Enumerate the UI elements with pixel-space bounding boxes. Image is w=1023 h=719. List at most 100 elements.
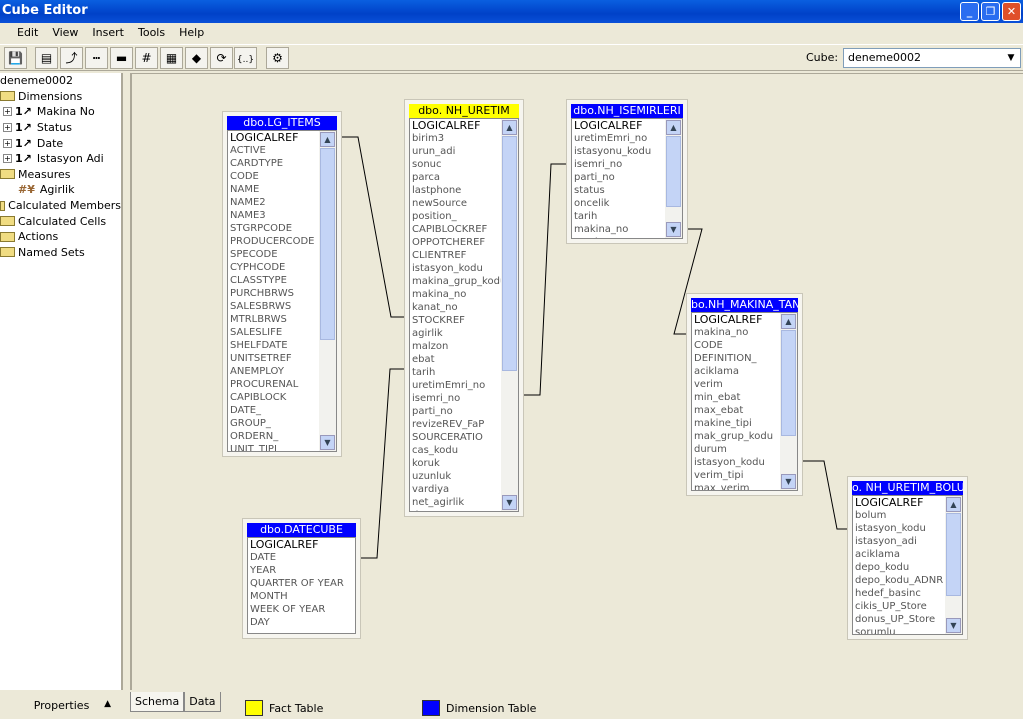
tab-schema[interactable]: Schema [130,692,185,712]
column-item[interactable]: kanat_no [410,301,501,314]
column-item[interactable]: istasyon_kodu [410,262,501,275]
table-lg-items[interactable]: dbo.LG_ITEMS LOGICALREF ACTIVE CARDTYPE CODE… [222,111,342,457]
menu-view[interactable]: View [45,23,85,43]
table-header[interactable]: o. NH_URETIM_BOLUM [852,481,963,495]
column-item[interactable]: STOCKREF [410,314,501,327]
column-item[interactable]: date [410,509,501,511]
column-item[interactable]: sonuc [410,158,501,171]
measure-button[interactable]: # [135,47,158,69]
table-header[interactable]: dbo.LG_ITEMS [227,116,337,130]
expand-icon[interactable]: + [3,154,12,164]
table-header[interactable]: dbo.DATECUBE [247,523,356,537]
column-item[interactable]: ACTIVE [228,144,319,157]
column-item[interactable]: depo_kodu_ADNR [853,574,945,587]
column-item[interactable]: isemri_no [572,158,665,171]
column-item[interactable]: birim3 [410,132,501,145]
scrollbar[interactable]: ▲ ▼ [780,313,797,490]
column-item[interactable]: mak_grup_kodu [692,430,780,443]
column-item[interactable]: uretimEmri_no [572,132,665,145]
column-item[interactable]: MTRLBRWS [228,313,319,326]
column-item[interactable]: malzon [410,340,501,353]
column-item[interactable]: PRODUCERCODE [228,235,319,248]
scroll-thumb[interactable] [946,513,961,596]
tree-dimension[interactable]: +1↗ Istasyon Adi [0,151,121,167]
column-item[interactable]: NAME [228,183,319,196]
column-item[interactable]: LOGICALREF [228,131,319,144]
scrollbar[interactable]: ▲ ▼ [945,496,962,634]
scroll-up-icon[interactable]: ▲ [320,132,335,147]
column-item[interactable]: CLIENTREF [410,249,501,262]
column-item[interactable]: OPPOTCHEREF [410,236,501,249]
column-item[interactable]: depo_kodu [853,561,945,574]
table-nh-bolum[interactable]: o. NH_URETIM_BOLUM LOGICALREF bolum istasyo… [847,476,968,640]
column-item[interactable]: donus_UP_Store [853,613,945,626]
column-item[interactable]: DATE_ [228,404,319,417]
column-item[interactable]: status [572,184,665,197]
column-item[interactable]: parti_no [410,405,501,418]
column-item[interactable]: SALESBRWS [228,300,319,313]
column-item[interactable]: verim_tipi [692,469,780,482]
tree-measure[interactable]: #¥ Agirlik [0,182,121,198]
column-item[interactable]: isemri_no [410,392,501,405]
column-item[interactable]: makina_no [692,326,780,339]
expand-icon[interactable]: + [3,123,12,133]
settings-button[interactable]: ⚙ [266,47,289,69]
disabled-button[interactable]: ┅ [85,47,108,69]
tree-folder[interactable]: Calculated Cells [0,213,121,229]
column-item[interactable]: agirlik [410,327,501,340]
minimize-button[interactable]: _ [960,2,979,21]
column-item[interactable]: istasyon_kodu [692,456,780,469]
column-item[interactable]: max_verim [692,482,780,490]
column-item[interactable]: m_alan [572,236,665,238]
table-nh-isemirleri[interactable]: dbo.NH_ISEMIRLERI LOGICALREF uretimEmri_no… [566,99,688,244]
scroll-down-icon[interactable]: ▼ [320,435,335,450]
table-nh-uretim[interactable]: dbo. NH_URETIM LOGICALREF birim3 urun_adi so… [404,99,524,517]
column-item[interactable]: urun_adi [410,145,501,158]
menu-help[interactable]: Help [172,23,211,43]
scroll-down-icon[interactable]: ▼ [946,618,961,633]
column-item[interactable]: oncelik [572,197,665,210]
column-item[interactable]: DEFINITION_ [692,352,780,365]
column-item[interactable]: LOGICALREF [572,119,665,132]
cube-button[interactable]: ◆ [185,47,208,69]
column-item[interactable]: koruk [410,457,501,470]
column-item[interactable]: aciklama [692,365,780,378]
column-item[interactable]: GROUP_ [228,417,319,430]
column-item[interactable]: aciklama [853,548,945,561]
column-item[interactable]: QUARTER OF YEAR [248,577,355,590]
column-list[interactable]: LOGICALREF ACTIVE CARDTYPE CODE NAME NAME2 NAM… [227,130,337,452]
column-list[interactable]: LOGICALREF bolum istasyon_kodu istasyon_adi… [852,495,963,635]
column-item[interactable]: LOGICALREF [410,119,501,132]
column-item[interactable]: sorumlu [853,626,945,634]
tree-folder[interactable]: Actions [0,229,121,245]
expand-icon[interactable]: + [3,138,12,148]
column-item[interactable]: CYPHCODE [228,261,319,274]
column-item[interactable]: NAME3 [228,209,319,222]
close-button[interactable]: ✕ [1002,2,1021,21]
tree-folder[interactable]: Named Sets [0,245,121,261]
column-item[interactable]: vardiya [410,483,501,496]
column-item[interactable]: LOGICALREF [248,538,355,551]
column-item[interactable]: uretimEmri_no [410,379,501,392]
disabled2-button[interactable]: ▬ [110,47,133,69]
table-nh-makina[interactable]: bo.NH_MAKINA_TANIMLOGICALREFmakina_noCOD… [686,293,803,496]
script-button[interactable]: {..} [234,47,257,69]
scroll-thumb[interactable] [502,136,517,372]
column-item[interactable]: CODE [228,170,319,183]
process-button[interactable]: ⟳ [210,47,233,69]
column-item[interactable]: cas_kodu [410,444,501,457]
tree-folder[interactable]: Calculated Members [0,198,121,214]
column-item[interactable]: uzunluk [410,470,501,483]
tree-dimensions[interactable]: Dimensions [0,89,121,105]
scroll-down-icon[interactable]: ▼ [502,495,517,510]
column-item[interactable]: verim [692,378,780,391]
column-item[interactable]: STGRPCODE [228,222,319,235]
column-item[interactable]: max_ebat [692,404,780,417]
column-item[interactable]: CAPIBLOCKREF [410,223,501,236]
column-item[interactable]: UNITSETREF [228,352,319,365]
column-item[interactable]: SOURCERATIO [410,431,501,444]
column-item[interactable]: istasyon_kodu [853,522,945,535]
scroll-thumb[interactable] [666,136,681,208]
table-header[interactable]: dbo. NH_URETIM [409,104,519,118]
tree-root[interactable]: deneme0002 [0,73,121,89]
